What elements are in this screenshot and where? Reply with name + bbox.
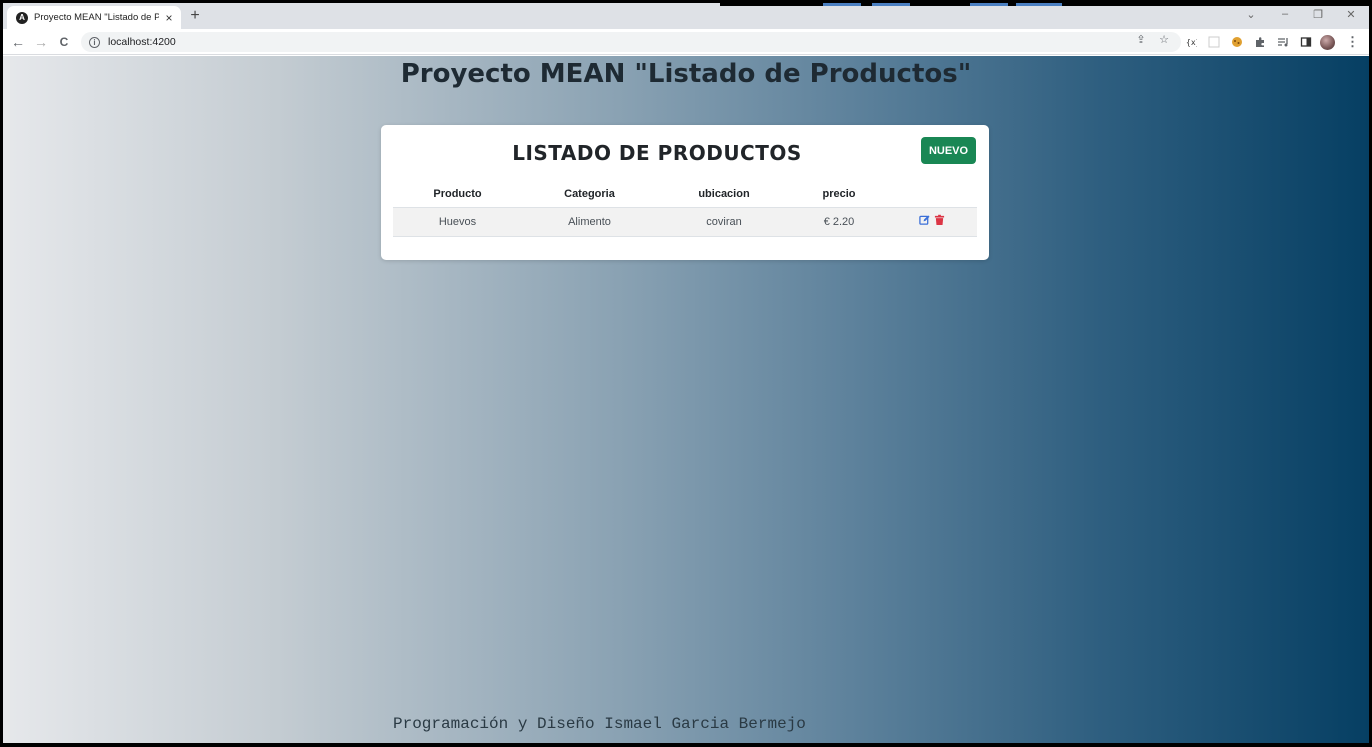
angular-favicon-icon: A xyxy=(16,11,28,24)
card-title: LISTADO DE PRODUCTOS xyxy=(512,141,802,165)
taskbar-mark xyxy=(1016,3,1062,6)
tab-title: Proyecto MEAN "Listado de Productos" xyxy=(34,12,159,23)
new-tab-button[interactable]: + xyxy=(187,7,203,25)
edit-icon[interactable] xyxy=(919,214,930,226)
header-actions xyxy=(887,181,977,208)
sidebar-icon[interactable] xyxy=(1300,36,1312,48)
tab-strip: A Proyecto MEAN "Listado de Productos" ×… xyxy=(3,3,1369,29)
table-header-row: Producto Categoria ubicacion precio xyxy=(393,181,977,208)
products-card: LISTADO DE PRODUCTOS NUEVO Producto Cate… xyxy=(381,125,989,260)
bookmark-star-icon[interactable]: ☆ xyxy=(1157,33,1171,46)
products-table: Producto Categoria ubicacion precio Huev… xyxy=(393,181,977,237)
site-info-icon[interactable]: i xyxy=(89,36,100,48)
cell-ubicacion: coviran xyxy=(657,207,791,237)
taskbar-mark xyxy=(970,3,1008,6)
taskbar-mark xyxy=(872,3,910,6)
footer-credit: Programación y Diseño Ismael Garcia Berm… xyxy=(393,715,806,733)
cell-actions xyxy=(887,207,977,237)
svg-text:{x}: {x} xyxy=(1186,38,1197,47)
back-button[interactable]: ← xyxy=(9,33,27,51)
share-icon[interactable]: ⇪ xyxy=(1134,33,1148,46)
address-bar[interactable]: i localhost:4200 xyxy=(81,32,1181,52)
forward-button[interactable]: → xyxy=(32,33,50,51)
minimize-button[interactable]: – xyxy=(1275,8,1295,20)
close-window-button[interactable]: ✕ xyxy=(1341,8,1361,21)
trash-icon[interactable] xyxy=(934,214,945,226)
browser-tab[interactable]: A Proyecto MEAN "Listado de Productos" × xyxy=(7,6,181,29)
url-text[interactable]: localhost:4200 xyxy=(108,36,176,48)
restore-button[interactable]: ❐ xyxy=(1308,8,1328,21)
cell-precio: € 2.20 xyxy=(791,207,887,237)
page-viewport: Proyecto MEAN "Listado de Productos" LIS… xyxy=(3,56,1369,743)
new-product-button[interactable]: NUEVO xyxy=(921,137,976,164)
row-actions xyxy=(919,214,945,226)
page-title: Proyecto MEAN "Listado de Productos" xyxy=(400,59,972,89)
tab-search-icon[interactable]: ⌄ xyxy=(1241,8,1261,21)
browser-window: A Proyecto MEAN "Listado de Productos" ×… xyxy=(3,3,1369,743)
menu-icon[interactable]: ⋮ xyxy=(1346,34,1359,50)
media-icon[interactable] xyxy=(1277,36,1289,48)
header-precio: precio xyxy=(791,181,887,208)
browser-toolbar: ← → C i localhost:4200 ⇪ ☆ {x} ⋮ xyxy=(3,29,1369,55)
blank-ext-icon[interactable] xyxy=(1208,36,1220,48)
taskbar-mark xyxy=(823,3,861,6)
cell-producto: Huevos xyxy=(393,207,522,237)
cell-categoria: Alimento xyxy=(522,207,657,237)
header-ubicacion: ubicacion xyxy=(657,181,791,208)
reload-button[interactable]: C xyxy=(55,33,73,51)
tab-close-icon[interactable]: × xyxy=(163,12,175,24)
profile-avatar[interactable] xyxy=(1320,35,1335,50)
puzzle-icon[interactable] xyxy=(1254,36,1266,48)
cookie-ext-icon[interactable] xyxy=(1231,36,1243,48)
code-ext-icon[interactable]: {x} xyxy=(1185,36,1197,48)
table-row: Huevos Alimento coviran € 2.20 xyxy=(393,207,977,237)
header-producto: Producto xyxy=(393,181,522,208)
header-categoria: Categoria xyxy=(522,181,657,208)
